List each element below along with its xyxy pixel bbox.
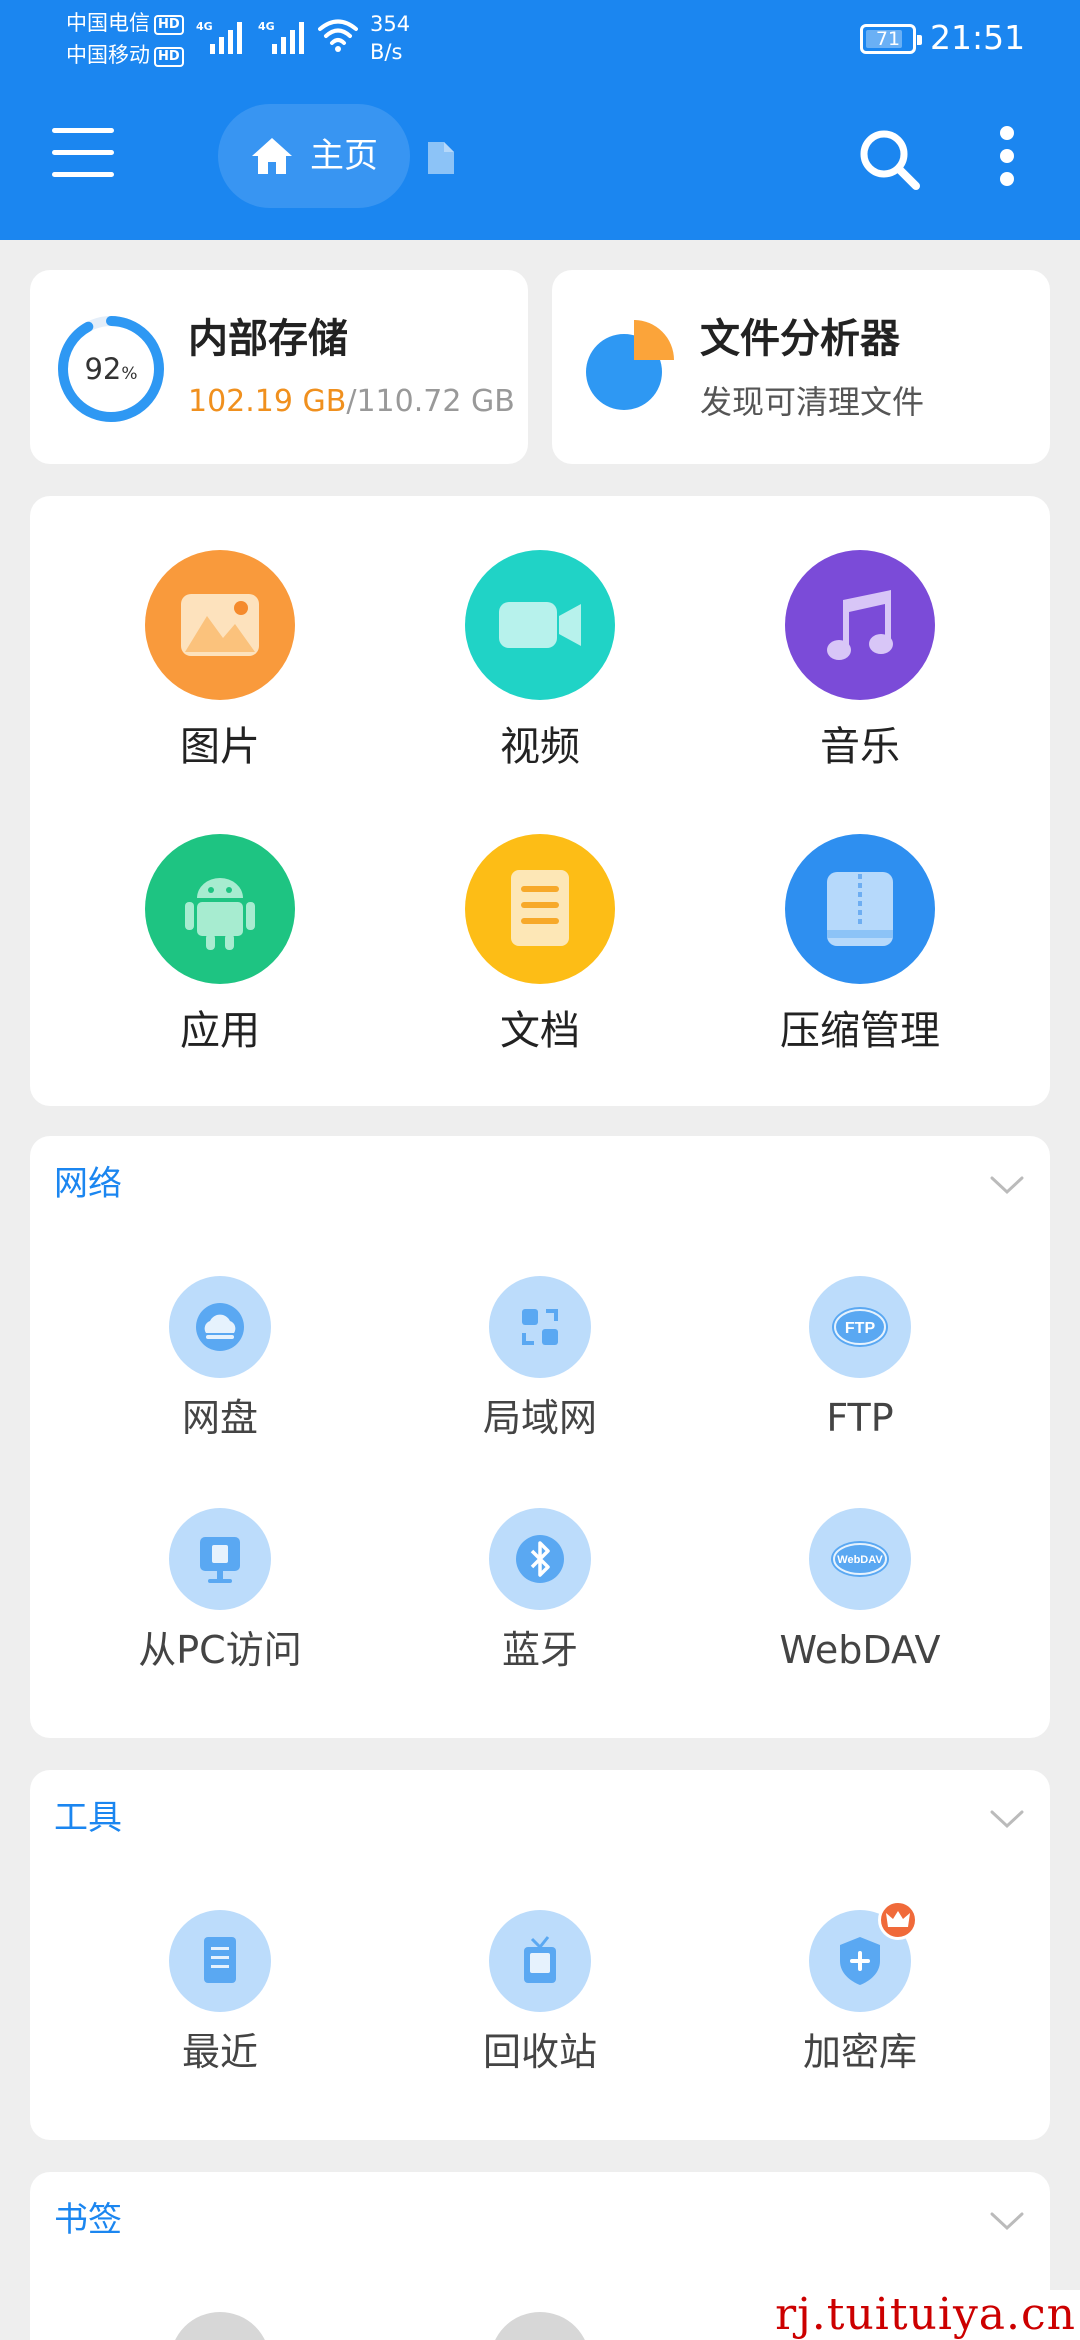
network-item-lan[interactable]: 局域网 [390, 1276, 690, 1456]
network-item-webdav[interactable]: WebDAV WebDAV [710, 1508, 1010, 1688]
tools-section-title: 工具 [54, 1798, 122, 1838]
battery-icon: 71 [860, 24, 922, 54]
category-grid: 图片 视频 音乐 应用 文档 压缩管理 [30, 496, 1050, 1106]
category-label: 音乐 [820, 724, 900, 770]
analyzer-title: 文件分析器 [700, 316, 900, 362]
lan-icon [489, 1276, 591, 1378]
tools-item-label: 最近 [181, 2030, 258, 2074]
tools-item-recent[interactable]: 最近 [70, 1910, 370, 2090]
search-icon[interactable] [856, 126, 922, 192]
status-bar: 中国电信 HD 中国移动 HD 4G 4G 354 B/s 71 21:51 [0, 0, 1080, 80]
network-section-title: 网络 [54, 1164, 122, 1204]
hd-badge: HD [154, 47, 184, 67]
network-item-ftp[interactable]: FTP FTP [710, 1276, 1010, 1456]
watermark: rj.tuituiya.cn [664, 2290, 1080, 2340]
tools-section: 工具 最近 回收站 加密库 [30, 1770, 1050, 2140]
tools-item-vault[interactable]: 加密库 [710, 1900, 1010, 2090]
network-item-label: 网盘 [181, 1396, 258, 1440]
category-images[interactable]: 图片 [70, 520, 370, 770]
webdav-icon: WebDAV [809, 1508, 911, 1610]
chevron-down-icon[interactable] [990, 1174, 1024, 1196]
home-tab-label: 主页 [310, 136, 378, 176]
hd-badge: HD [154, 15, 184, 35]
internal-storage-card[interactable]: 92% 内部存储 102.19 GB/110.72 GB [30, 270, 528, 464]
network-speed: 354 B/s [370, 12, 411, 64]
network-item-label: WebDAV [779, 1628, 941, 1672]
network-item-label: FTP [826, 1396, 894, 1440]
carrier-2: 中国移动 HD [66, 40, 184, 70]
category-music[interactable]: 音乐 [710, 520, 1010, 770]
document-icon [465, 834, 615, 984]
pie-chart-icon [586, 320, 674, 410]
category-archives[interactable]: 压缩管理 [710, 804, 1010, 1054]
tools-item-recycle-bin[interactable]: 回收站 [390, 1910, 690, 2090]
recycle-bin-icon [489, 1910, 591, 2012]
storage-percent: 92% [84, 352, 138, 386]
cloud-drive-icon [169, 1276, 271, 1378]
storage-title: 内部存储 [188, 316, 348, 362]
webdav-badge-text: WebDAV [837, 1554, 883, 1566]
category-apps[interactable]: 应用 [70, 804, 370, 1054]
analyzer-subtitle: 发现可清理文件 [700, 383, 925, 421]
category-label: 压缩管理 [780, 1008, 940, 1054]
android-icon [145, 834, 295, 984]
carrier-1: 中国电信 HD [66, 8, 184, 38]
pc-access-icon [169, 1508, 271, 1610]
recent-icon [169, 1910, 271, 2012]
category-label: 视频 [500, 724, 580, 770]
app-header: 中国电信 HD 中国移动 HD 4G 4G 354 B/s 71 21:51 主页 [0, 0, 1080, 240]
home-icon [252, 138, 292, 174]
network-item-label: 蓝牙 [501, 1628, 578, 1672]
bookmark-item[interactable] [490, 2312, 590, 2340]
network-item-cloud-drive[interactable]: 网盘 [70, 1276, 370, 1456]
storage-usage: 102.19 GB/110.72 GB [188, 384, 515, 419]
video-icon [465, 550, 615, 700]
network-item-bluetooth[interactable]: 蓝牙 [390, 1508, 690, 1688]
category-label: 应用 [180, 1008, 260, 1054]
archive-icon [785, 834, 935, 984]
category-videos[interactable]: 视频 [390, 520, 690, 770]
crown-icon [878, 1900, 918, 1940]
network-item-pc-access[interactable]: 从PC访问 [70, 1508, 370, 1688]
network-item-label: 局域网 [482, 1396, 597, 1440]
tools-item-label: 加密库 [802, 2030, 917, 2074]
tools-item-label: 回收站 [482, 2030, 597, 2074]
more-options-icon[interactable] [996, 126, 1020, 186]
chevron-down-icon[interactable] [990, 1808, 1024, 1830]
image-icon [145, 550, 295, 700]
network-section: 网络 网盘 局域网 FTP FTP 从PC访问 蓝牙 WebDAV WebDAV [30, 1136, 1050, 1738]
menu-icon[interactable] [52, 128, 114, 180]
chevron-down-icon[interactable] [990, 2210, 1024, 2232]
file-analyzer-card[interactable]: 文件分析器 发现可清理文件 [552, 270, 1050, 464]
wifi-icon [318, 19, 358, 52]
clock: 21:51 [930, 18, 1026, 57]
music-icon [785, 550, 935, 700]
home-tab[interactable]: 主页 [218, 104, 410, 208]
bookmark-item[interactable] [170, 2312, 270, 2340]
category-label: 图片 [180, 724, 260, 770]
document-breadcrumb-icon[interactable] [424, 140, 456, 176]
bookmarks-section-title: 书签 [54, 2200, 122, 2240]
ftp-badge-text: FTP [845, 1320, 876, 1337]
category-label: 文档 [500, 1008, 580, 1054]
ftp-icon: FTP [809, 1276, 911, 1378]
category-documents[interactable]: 文档 [390, 804, 690, 1054]
bluetooth-icon [489, 1508, 591, 1610]
network-item-label: 从PC访问 [138, 1628, 302, 1672]
